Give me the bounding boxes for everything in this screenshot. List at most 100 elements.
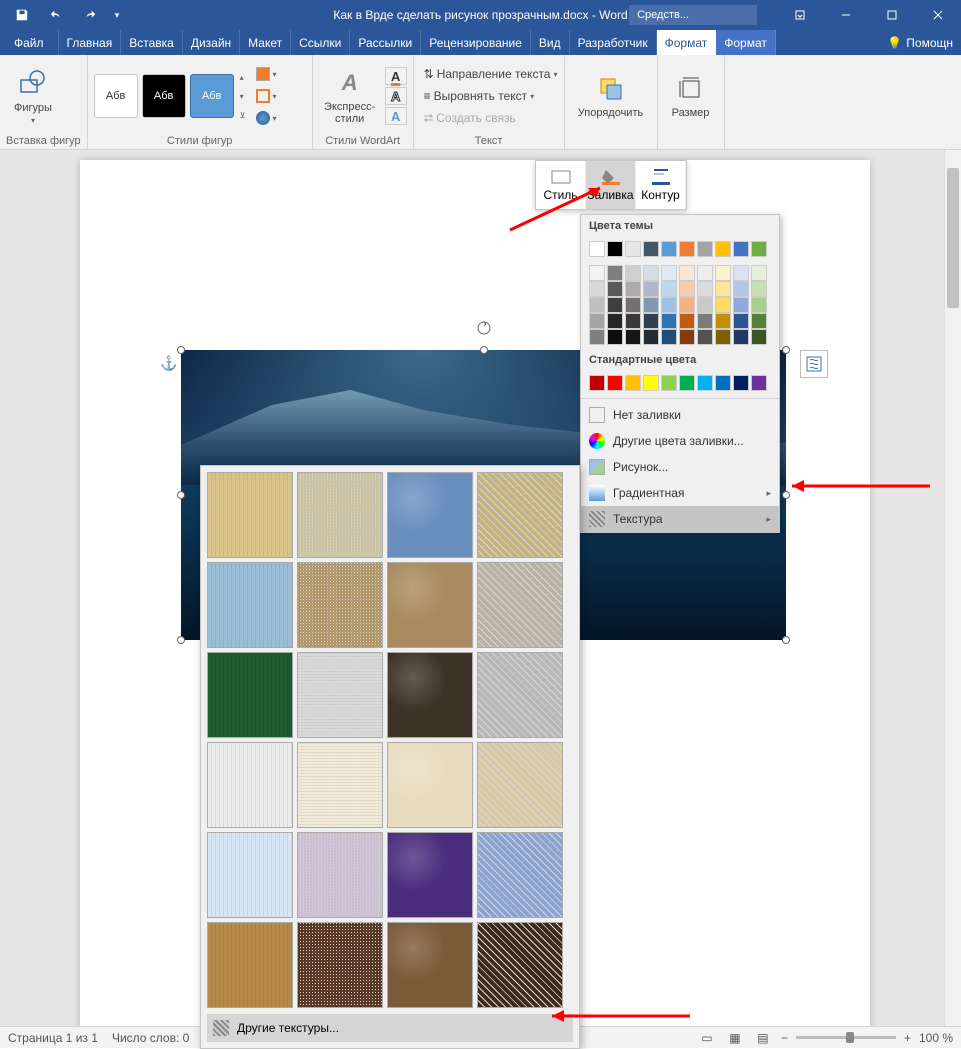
web-layout-button[interactable]: ▤ [753,1030,773,1046]
more-colors-item[interactable]: Другие цвета заливки... [581,428,779,454]
tab-file[interactable]: Файл [0,30,59,55]
color-swatch[interactable] [697,313,713,329]
maximize-button[interactable] [869,0,915,30]
color-swatch[interactable] [643,329,659,345]
color-swatch[interactable] [697,265,713,281]
texture-swatch[interactable] [477,472,563,558]
color-swatch[interactable] [697,281,713,297]
color-swatch[interactable] [589,329,605,345]
tab-format-shape[interactable]: Формат [657,30,717,55]
undo-button[interactable] [42,1,70,29]
color-swatch[interactable] [715,241,731,257]
texture-swatch[interactable] [207,742,293,828]
color-swatch[interactable] [643,265,659,281]
style-gallery-scroll[interactable]: ▴▾⊻ [238,73,246,120]
vertical-scrollbar[interactable] [944,150,961,1026]
color-swatch[interactable] [661,313,677,329]
texture-swatch[interactable] [387,562,473,648]
texture-swatch[interactable] [207,832,293,918]
color-swatch[interactable] [607,329,623,345]
tab-developer[interactable]: Разработчик [570,30,657,55]
color-swatch[interactable] [625,313,641,329]
shape-outline-button[interactable]: ▾ [256,86,277,106]
color-swatch[interactable] [589,313,605,329]
texture-swatch[interactable] [387,742,473,828]
account-indicator[interactable] [697,5,757,25]
color-swatch[interactable] [625,297,641,313]
color-swatch[interactable] [661,265,677,281]
color-swatch[interactable] [733,297,749,313]
color-swatch[interactable] [661,375,677,391]
texture-swatch[interactable] [297,832,383,918]
color-swatch[interactable] [679,297,695,313]
color-swatch[interactable] [751,281,767,297]
zoom-slider[interactable] [796,1036,896,1039]
shape-style-3[interactable]: Абв [190,74,234,118]
color-swatch[interactable] [715,329,731,345]
texture-swatch[interactable] [207,472,293,558]
page-indicator[interactable]: Страница 1 из 1 [8,1031,98,1045]
color-swatch[interactable] [607,241,623,257]
zoom-in-button[interactable]: + [904,1031,911,1045]
resize-handle-tr[interactable] [782,346,790,354]
color-swatch[interactable] [643,297,659,313]
qat-customize-button[interactable]: ▾ [110,1,124,29]
color-swatch[interactable] [643,375,659,391]
shape-fill-button[interactable]: ▾ [256,64,277,84]
texture-swatch[interactable] [207,652,293,738]
color-swatch[interactable] [715,281,731,297]
texture-swatch[interactable] [387,472,473,558]
text-fill-button[interactable]: A [385,67,407,85]
color-swatch[interactable] [715,297,731,313]
texture-swatch[interactable] [387,922,473,1008]
color-swatch[interactable] [697,241,713,257]
texture-swatch[interactable] [387,832,473,918]
no-fill-item[interactable]: Нет заливки [581,402,779,428]
text-direction-button[interactable]: ⇅Направление текста▾ [424,64,558,84]
tab-review[interactable]: Рецензирование [421,30,531,55]
color-swatch[interactable] [661,281,677,297]
texture-swatch[interactable] [477,562,563,648]
color-swatch[interactable] [625,241,641,257]
color-swatch[interactable] [697,297,713,313]
color-swatch[interactable] [607,297,623,313]
zoom-thumb[interactable] [846,1032,854,1043]
tab-insert[interactable]: Вставка [121,30,183,55]
color-swatch[interactable] [733,329,749,345]
tab-layout[interactable]: Макет [240,30,291,55]
color-swatch[interactable] [751,265,767,281]
color-swatch[interactable] [715,313,731,329]
rotate-handle[interactable] [476,320,492,336]
scrollbar-thumb[interactable] [947,168,959,308]
color-swatch[interactable] [751,313,767,329]
color-swatch[interactable] [751,329,767,345]
color-swatch[interactable] [733,281,749,297]
color-swatch[interactable] [589,265,605,281]
align-text-button[interactable]: ≡Выровнять текст▾ [424,86,558,106]
color-swatch[interactable] [679,265,695,281]
minimize-button[interactable] [823,0,869,30]
ribbon-options-button[interactable] [777,0,823,30]
resize-handle-br[interactable] [782,636,790,644]
express-styles-button[interactable]: A Экспресс-стили [319,61,381,131]
zoom-level[interactable]: 100 % [919,1031,953,1045]
zoom-out-button[interactable]: − [781,1031,788,1045]
texture-swatch[interactable] [477,652,563,738]
color-swatch[interactable] [625,329,641,345]
color-swatch[interactable] [589,281,605,297]
word-count[interactable]: Число слов: 0 [112,1031,189,1045]
texture-swatch[interactable] [297,742,383,828]
color-swatch[interactable] [625,375,641,391]
close-button[interactable] [915,0,961,30]
color-swatch[interactable] [607,313,623,329]
tab-view[interactable]: Вид [531,30,570,55]
texture-fill-item[interactable]: Текстура ▸ [581,506,779,532]
texture-swatch[interactable] [477,742,563,828]
texture-swatch[interactable] [477,922,563,1008]
text-effects-button[interactable]: A [385,107,407,125]
color-swatch[interactable] [715,265,731,281]
color-swatch[interactable] [607,265,623,281]
arrange-button[interactable]: Упорядочить [571,61,651,131]
color-swatch[interactable] [643,313,659,329]
texture-swatch[interactable] [477,832,563,918]
